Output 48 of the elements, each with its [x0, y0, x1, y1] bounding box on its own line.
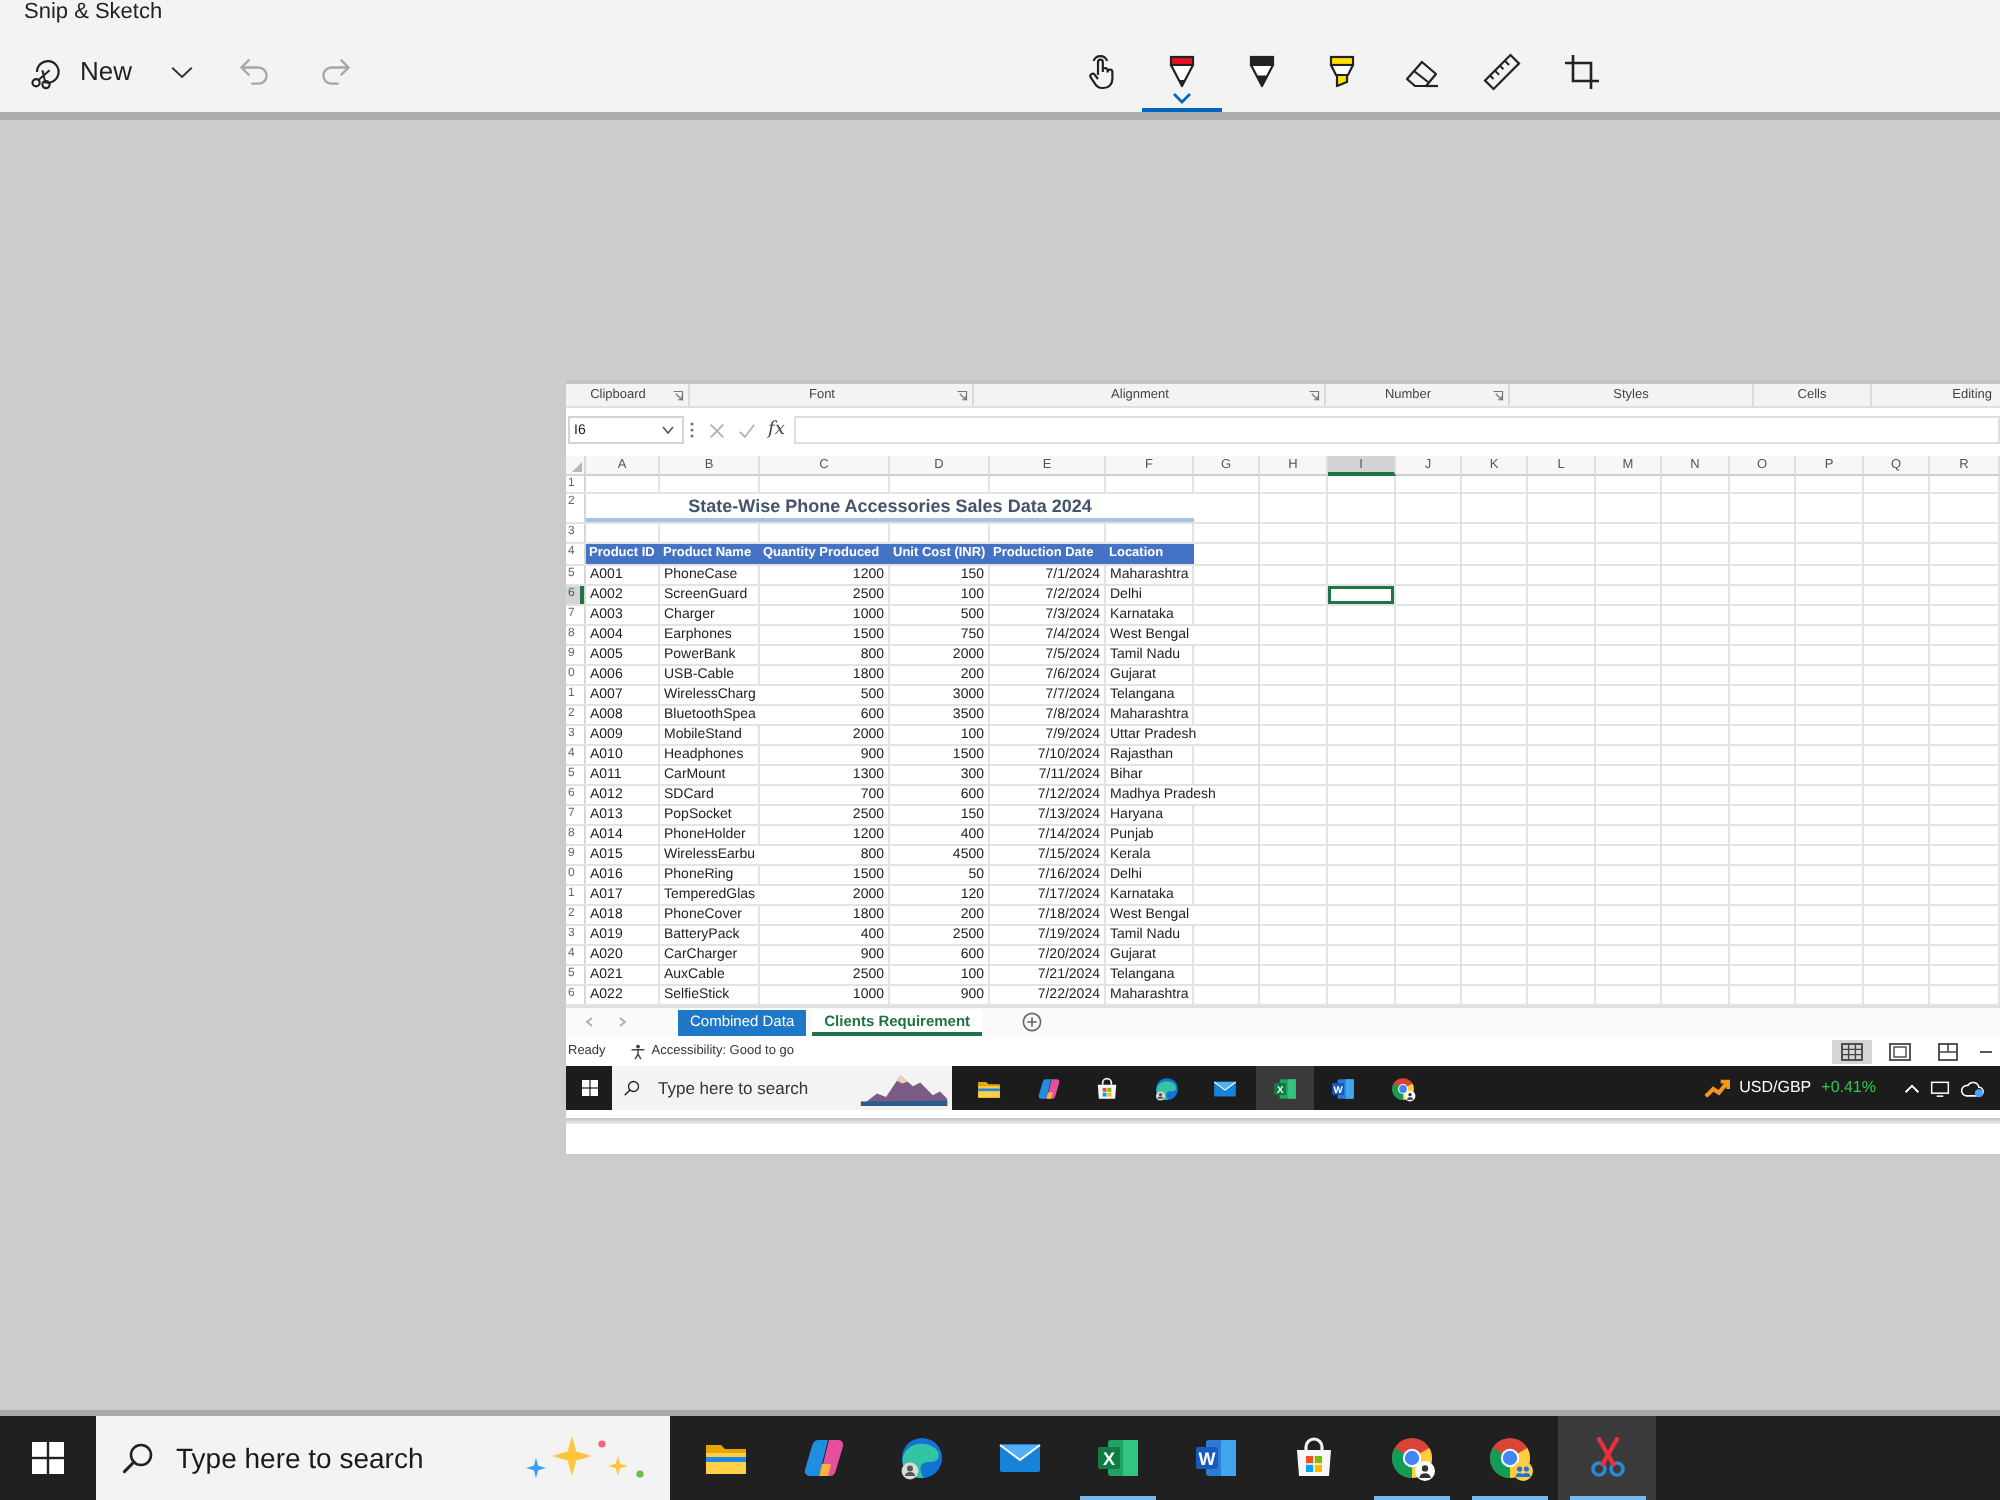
grid-icon[interactable]	[1840, 1041, 1864, 1061]
search-field[interactable]: Type here to search	[658, 1075, 838, 1101]
search-icon	[624, 1080, 640, 1096]
slanted-bars-logo-icon[interactable]	[1035, 1075, 1062, 1101]
insert-function-button[interactable]: fx	[764, 418, 789, 442]
windows-logo-icon[interactable]	[32, 1442, 64, 1474]
scissors-icon[interactable]	[28, 54, 64, 90]
chevron-up-icon[interactable]	[1904, 1083, 1920, 1093]
dialog-launcher-icon[interactable]	[1308, 389, 1320, 401]
search-box[interactable]: Type here to search	[96, 1416, 670, 1500]
circle-logo-icon[interactable]	[1387, 1434, 1435, 1482]
circle-logo-icon[interactable]	[1485, 1434, 1533, 1482]
normal-view-button[interactable]	[1832, 1039, 1872, 1063]
dialog-launcher-icon[interactable]	[1492, 389, 1504, 401]
dialog-launcher-icon[interactable]	[956, 389, 968, 401]
window-title: Snip & Sketch	[22, 0, 163, 28]
slanted-bars-logo-icon[interactable]	[799, 1434, 847, 1482]
wave-logo-icon[interactable]	[897, 1434, 945, 1482]
envelope-icon[interactable]	[1212, 1075, 1239, 1101]
chevron-down-icon[interactable]	[662, 426, 674, 434]
currency-pair: USD/GBP	[1739, 1076, 1812, 1100]
search-box[interactable]: Type here to search	[612, 1066, 952, 1110]
new-button[interactable]: New	[16, 42, 145, 102]
wave-logo-icon[interactable]	[1153, 1075, 1180, 1101]
circle-logo-icon[interactable]	[1389, 1075, 1416, 1101]
trend-arrow-icon	[1703, 1075, 1730, 1101]
shopping-bag-icon[interactable]	[1094, 1075, 1121, 1101]
crop-icon[interactable]	[1562, 52, 1602, 92]
monitor-icon[interactable]	[1930, 1079, 1950, 1097]
taskbar-app-button[interactable]: W	[1166, 1416, 1264, 1500]
formula-field[interactable]	[794, 416, 2000, 444]
accessibility-icon[interactable]	[629, 1043, 646, 1059]
page-icon[interactable]	[1888, 1041, 1912, 1061]
page-break-icon[interactable]	[1936, 1041, 1960, 1061]
mountain-landscape-icon	[860, 1070, 948, 1106]
search-icon	[122, 1442, 154, 1474]
plus-circle-icon[interactable]	[1022, 1012, 1043, 1032]
selected-cell[interactable]	[1328, 586, 1396, 604]
cloud-icon[interactable]	[1960, 1079, 1984, 1097]
sheet-title: State-Wise Phone Accessories Sales Data 2024	[688, 494, 1092, 520]
windows-logo-icon[interactable]	[581, 1080, 597, 1096]
search-field[interactable]: Type here to search	[176, 1437, 476, 1479]
check-icon	[738, 421, 756, 439]
cancel-icon	[708, 421, 726, 439]
dialog-launcher-icon[interactable]	[672, 389, 684, 401]
exchange-rate-change: +0.41%	[1821, 1076, 1876, 1100]
chevron-down-icon[interactable]	[1172, 92, 1192, 104]
ruler-icon[interactable]	[1482, 52, 1522, 92]
